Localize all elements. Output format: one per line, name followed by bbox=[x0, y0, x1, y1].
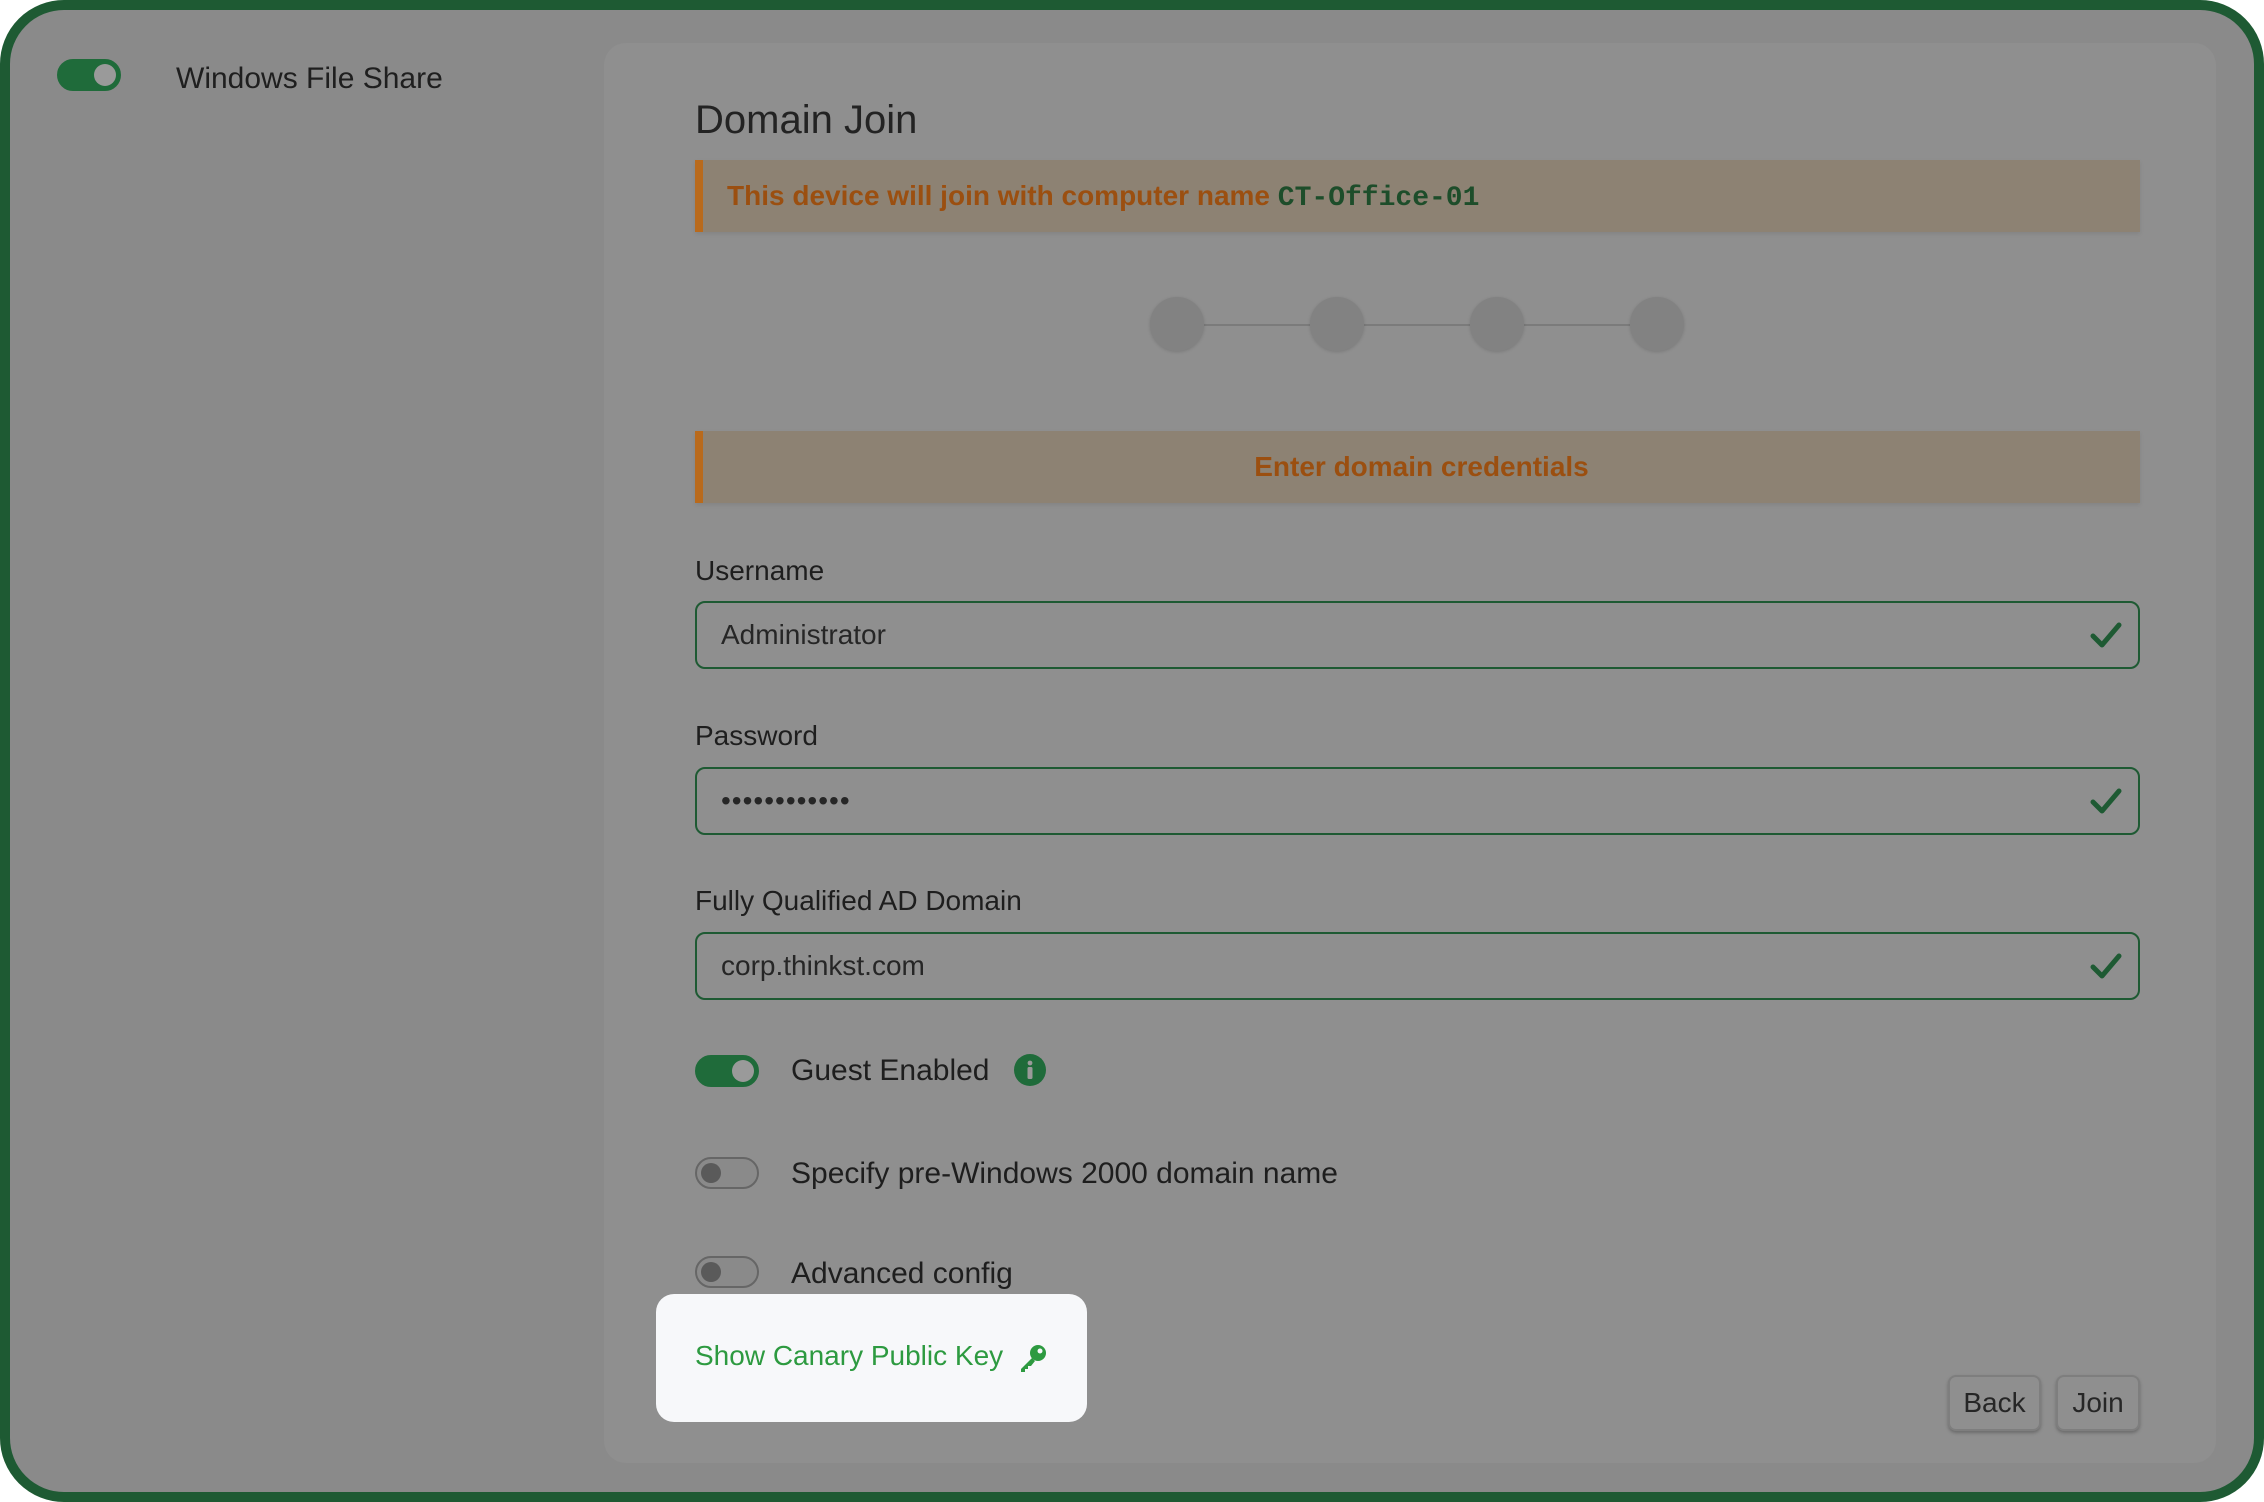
windows-file-share-toggle[interactable] bbox=[57, 59, 121, 91]
advanced-config-label: Advanced config bbox=[791, 1257, 1013, 1290]
back-button[interactable]: Back bbox=[1948, 1375, 2041, 1431]
wizard-step-1 bbox=[1150, 297, 1204, 351]
app-frame: Windows File Share Domain Join This devi… bbox=[0, 0, 2264, 1502]
check-icon bbox=[2090, 622, 2122, 648]
join-button[interactable]: Join bbox=[2056, 1375, 2140, 1431]
pre-windows-2000-toggle[interactable] bbox=[695, 1157, 759, 1189]
pre-windows-2000-label: Specify pre-Windows 2000 domain name bbox=[791, 1157, 1338, 1190]
wizard-step-2 bbox=[1310, 297, 1364, 351]
wizard-steps bbox=[1150, 295, 1690, 355]
wizard-step-3 bbox=[1470, 297, 1524, 351]
service-title: Windows File Share bbox=[176, 62, 443, 95]
password-label: Password bbox=[695, 720, 818, 751]
credentials-banner: Enter domain credentials bbox=[695, 431, 2140, 503]
page-title: Domain Join bbox=[695, 98, 918, 142]
key-icon bbox=[1020, 1344, 1046, 1372]
join-notice-text: This device will join with computer name… bbox=[727, 180, 1480, 214]
guest-enabled-toggle[interactable] bbox=[695, 1055, 759, 1087]
domain-join-panel bbox=[604, 43, 2216, 1463]
check-icon bbox=[2090, 788, 2122, 814]
domain-label: Fully Qualified AD Domain bbox=[695, 885, 1022, 916]
check-icon bbox=[2090, 953, 2122, 979]
public-key-highlight: Show Canary Public Key bbox=[656, 1294, 1087, 1422]
username-label: Username bbox=[695, 555, 825, 586]
computer-name: CT-Office-01 bbox=[1277, 183, 1480, 214]
password-field[interactable]: •••••••••••• bbox=[695, 767, 2140, 835]
info-icon[interactable] bbox=[1013, 1053, 1047, 1087]
advanced-config-toggle[interactable] bbox=[695, 1256, 759, 1288]
show-public-key-link[interactable]: Show Canary Public Key bbox=[695, 1334, 1049, 1378]
wizard-step-4 bbox=[1630, 297, 1684, 351]
join-notice-banner: This device will join with computer name… bbox=[695, 160, 2140, 232]
guest-enabled-label: Guest Enabled bbox=[791, 1054, 990, 1087]
username-field[interactable]: Administrator bbox=[695, 601, 2140, 669]
domain-field[interactable]: corp.thinkst.com bbox=[695, 932, 2140, 1000]
